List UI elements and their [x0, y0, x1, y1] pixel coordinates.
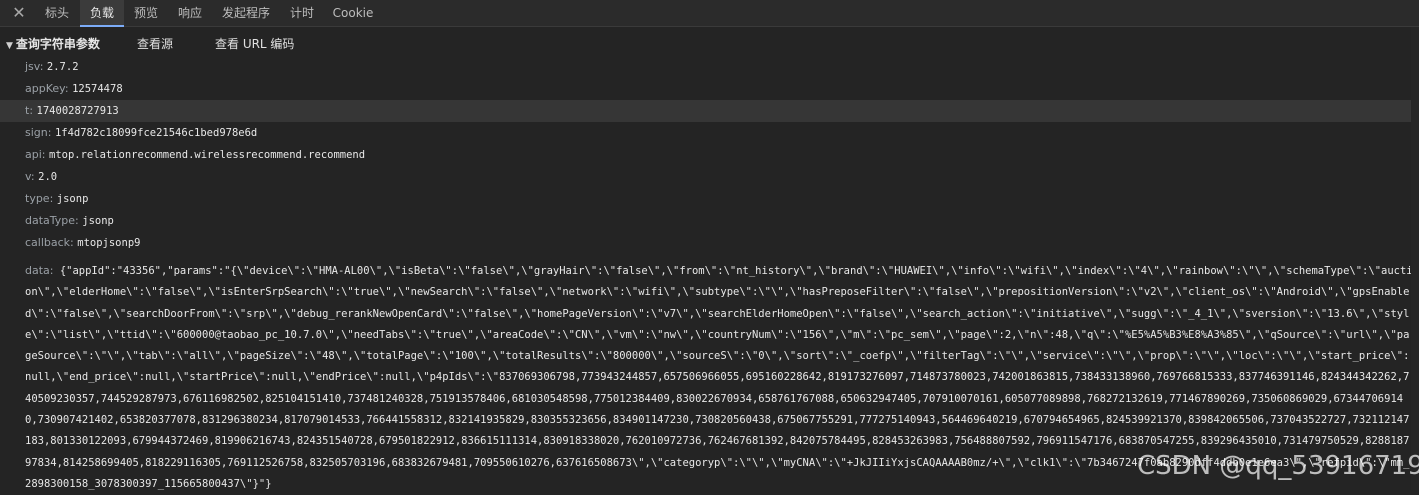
param-row[interactable]: callback: mtopjsonp9 — [0, 232, 1419, 254]
param-key: t: 1740028727913 — [25, 104, 119, 117]
param-value: 1f4d782c18099fce21546c1bed978e6d — [54, 127, 258, 139]
param-row[interactable]: v: 2.0 — [0, 166, 1419, 188]
tab-initiator[interactable]: 发起程序 — [214, 0, 278, 27]
param-row[interactable]: sign: 1f4d782c18099fce21546c1bed978e6d — [0, 122, 1419, 144]
triangle-down-icon: ▼ — [6, 41, 13, 51]
param-key: appKey: 12574478 — [25, 82, 123, 95]
data-param-key: data: — [25, 264, 54, 277]
section-toggle[interactable]: ▼ 查询字符串参数 — [6, 33, 100, 57]
tab-response[interactable]: 响应 — [170, 0, 210, 27]
tab-preview[interactable]: 预览 — [126, 0, 166, 27]
param-key: sign: 1f4d782c18099fce21546c1bed978e6d — [25, 126, 258, 139]
param-value: mtop.relationrecommend.wirelessrecommend… — [49, 149, 366, 161]
param-value: mtopjsonp9 — [77, 237, 141, 249]
param-key: callback: mtopjsonp9 — [25, 236, 141, 249]
param-row[interactable]: t: 1740028727913 — [0, 100, 1419, 122]
param-row[interactable]: type: jsonp — [0, 188, 1419, 210]
tab-cookie[interactable]: Cookie — [326, 0, 380, 27]
view-source-button[interactable]: 查看源 — [137, 33, 173, 55]
param-value: 12574478 — [72, 83, 123, 95]
query-params-section-header: ▼ 查询字符串参数 查看源 查看 URL 编码 — [0, 33, 1419, 55]
vertical-scrollbar[interactable] — [1411, 27, 1419, 490]
param-key: v: 2.0 — [25, 170, 58, 183]
tab-timing[interactable]: 计时 — [282, 0, 322, 27]
param-value: 1740028727913 — [36, 105, 119, 117]
param-value: jsonp — [56, 193, 89, 205]
param-value: 2.0 — [38, 171, 58, 183]
close-icon[interactable]: ✕ — [8, 3, 30, 23]
param-row[interactable]: appKey: 12574478 — [0, 78, 1419, 100]
tab-headers[interactable]: 标头 — [36, 0, 78, 27]
section-title: 查询字符串参数 — [15, 37, 100, 51]
csdn-watermark: CSDN @qq_53916719 — [1137, 451, 1419, 481]
param-row[interactable]: dataType: jsonp — [0, 210, 1419, 232]
param-key: jsv: 2.7.2 — [25, 60, 79, 73]
view-url-encoded-button[interactable]: 查看 URL 编码 — [215, 33, 294, 55]
param-value: 2.7.2 — [46, 61, 79, 73]
devtools-tabbar: ✕ 标头 负载 预览 响应 发起程序 计时 Cookie — [0, 0, 1419, 27]
param-key: api: mtop.relationrecommend.wirelessreco… — [25, 148, 366, 161]
param-row[interactable]: jsv: 2.7.2 — [0, 56, 1419, 78]
param-key: dataType: jsonp — [25, 214, 114, 227]
tab-payload[interactable]: 负载 — [80, 0, 124, 27]
param-key: type: jsonp — [25, 192, 89, 205]
param-value: jsonp — [82, 215, 114, 227]
param-row[interactable]: api: mtop.relationrecommend.wirelessreco… — [0, 144, 1419, 166]
